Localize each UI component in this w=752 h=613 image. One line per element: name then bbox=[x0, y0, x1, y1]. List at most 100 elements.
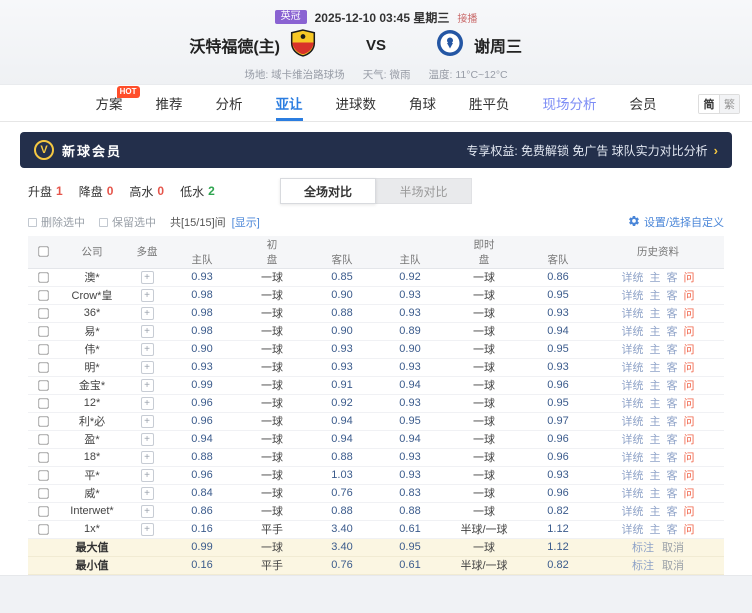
history-link[interactable]: 问 bbox=[684, 524, 695, 536]
league-badge[interactable]: 英冠 bbox=[275, 10, 307, 24]
row-checkbox[interactable] bbox=[38, 452, 48, 462]
expand-plus-button[interactable]: + bbox=[141, 343, 154, 356]
history-link[interactable]: 主 bbox=[650, 398, 661, 410]
company-name[interactable]: 金宝* bbox=[58, 376, 126, 394]
expand-plus-button[interactable]: + bbox=[141, 397, 154, 410]
company-name[interactable]: Interwet* bbox=[58, 502, 126, 520]
company-name[interactable]: 18* bbox=[58, 448, 126, 466]
history-link[interactable]: 详统 bbox=[622, 308, 644, 320]
filter-down[interactable]: 降盘 0 bbox=[79, 183, 114, 200]
history-link[interactable]: 详统 bbox=[622, 452, 644, 464]
row-checkbox[interactable] bbox=[38, 470, 48, 480]
history-link[interactable]: 主 bbox=[650, 290, 661, 302]
row-checkbox[interactable] bbox=[38, 506, 48, 516]
summary-action-link[interactable]: 标注 bbox=[632, 542, 654, 554]
history-link[interactable]: 详统 bbox=[622, 470, 644, 482]
company-name[interactable]: 伟* bbox=[58, 340, 126, 358]
tab-goals[interactable]: 进球数 bbox=[336, 85, 377, 121]
company-name[interactable]: 平* bbox=[58, 466, 126, 484]
history-link[interactable]: 问 bbox=[684, 488, 695, 500]
history-link[interactable]: 问 bbox=[684, 326, 695, 338]
expand-plus-button[interactable]: + bbox=[141, 523, 154, 536]
row-checkbox[interactable] bbox=[38, 344, 48, 354]
summary-action-link[interactable]: 标注 bbox=[632, 560, 654, 572]
row-checkbox[interactable] bbox=[38, 488, 48, 498]
history-link[interactable]: 主 bbox=[650, 416, 661, 428]
history-link[interactable]: 问 bbox=[684, 398, 695, 410]
tab-plan[interactable]: 方案 HOT bbox=[96, 85, 123, 121]
history-link[interactable]: 主 bbox=[650, 308, 661, 320]
expand-plus-button[interactable]: + bbox=[141, 271, 154, 284]
history-link[interactable]: 客 bbox=[667, 488, 678, 500]
history-link[interactable]: 客 bbox=[667, 290, 678, 302]
company-name[interactable]: Crow*皇 bbox=[58, 286, 126, 304]
tab-corners[interactable]: 角球 bbox=[409, 85, 436, 121]
history-link[interactable]: 详统 bbox=[622, 326, 644, 338]
history-link[interactable]: 客 bbox=[667, 326, 678, 338]
row-checkbox[interactable] bbox=[38, 290, 48, 300]
row-checkbox[interactable] bbox=[38, 524, 48, 534]
history-link[interactable]: 详统 bbox=[622, 380, 644, 392]
row-checkbox[interactable] bbox=[38, 326, 48, 336]
row-checkbox[interactable] bbox=[38, 272, 48, 282]
expand-plus-button[interactable]: + bbox=[141, 361, 154, 374]
expand-plus-button[interactable]: + bbox=[141, 469, 154, 482]
history-link[interactable]: 客 bbox=[667, 524, 678, 536]
tab-1x2[interactable]: 胜平负 bbox=[469, 85, 510, 121]
expand-plus-button[interactable]: + bbox=[141, 415, 154, 428]
lang-simplified-button[interactable]: 简 bbox=[699, 95, 719, 113]
company-name[interactable]: 36* bbox=[58, 304, 126, 322]
history-link[interactable]: 主 bbox=[650, 470, 661, 482]
history-link[interactable]: 详统 bbox=[622, 506, 644, 518]
history-link[interactable]: 主 bbox=[650, 380, 661, 392]
expand-plus-button[interactable]: + bbox=[141, 325, 154, 338]
full-match-compare-button[interactable]: 全场对比 bbox=[280, 178, 376, 204]
tab-live-analysis[interactable]: 现场分析 bbox=[543, 85, 597, 121]
expand-plus-button[interactable]: + bbox=[141, 487, 154, 500]
row-checkbox[interactable] bbox=[38, 380, 48, 390]
company-name[interactable]: 易* bbox=[58, 322, 126, 340]
row-checkbox[interactable] bbox=[38, 362, 48, 372]
history-link[interactable]: 主 bbox=[650, 272, 661, 284]
history-link[interactable]: 客 bbox=[667, 398, 678, 410]
history-link[interactable]: 客 bbox=[667, 416, 678, 428]
history-link[interactable]: 问 bbox=[684, 470, 695, 482]
tab-recommend[interactable]: 推荐 bbox=[156, 85, 183, 121]
history-link[interactable]: 问 bbox=[684, 290, 695, 302]
history-link[interactable]: 客 bbox=[667, 344, 678, 356]
history-link[interactable]: 主 bbox=[650, 452, 661, 464]
history-link[interactable]: 问 bbox=[684, 308, 695, 320]
filter-high-water[interactable]: 高水 0 bbox=[129, 183, 164, 200]
expand-plus-button[interactable]: + bbox=[141, 451, 154, 464]
history-link[interactable]: 问 bbox=[684, 362, 695, 374]
company-name[interactable]: 盈* bbox=[58, 430, 126, 448]
row-checkbox[interactable] bbox=[38, 398, 48, 408]
history-link[interactable]: 问 bbox=[684, 380, 695, 392]
company-name[interactable]: 威* bbox=[58, 484, 126, 502]
keep-selected-button[interactable]: 保留选中 bbox=[99, 214, 156, 230]
history-link[interactable]: 详统 bbox=[622, 524, 644, 536]
history-link[interactable]: 主 bbox=[650, 524, 661, 536]
member-banner[interactable]: V 新球会员 专享权益: 免费解锁 免广告 球队实力对比分析 › bbox=[20, 132, 732, 168]
lang-traditional-button[interactable]: 繁 bbox=[719, 95, 739, 113]
history-link[interactable]: 问 bbox=[684, 506, 695, 518]
broadcast-link[interactable]: 接播 bbox=[457, 10, 477, 25]
history-link[interactable]: 主 bbox=[650, 488, 661, 500]
company-name[interactable]: 利*必 bbox=[58, 412, 126, 430]
company-name[interactable]: 12* bbox=[58, 394, 126, 412]
history-link[interactable]: 客 bbox=[667, 470, 678, 482]
tab-analysis[interactable]: 分析 bbox=[216, 85, 243, 121]
summary-action-link[interactable]: 取消 bbox=[662, 542, 684, 554]
history-link[interactable]: 主 bbox=[650, 326, 661, 338]
member-benefits-link[interactable]: 专享权益: 免费解锁 免广告 球队实力对比分析 › bbox=[466, 142, 718, 159]
history-link[interactable]: 客 bbox=[667, 362, 678, 374]
half-match-compare-button[interactable]: 半场对比 bbox=[376, 178, 472, 204]
delete-selected-button[interactable]: 删除选中 bbox=[28, 214, 85, 230]
company-name[interactable]: 明* bbox=[58, 358, 126, 376]
company-name[interactable]: 1x* bbox=[58, 520, 126, 538]
filter-low-water[interactable]: 低水 2 bbox=[180, 183, 215, 200]
settings-button[interactable]: 设置/选择自定义 bbox=[628, 214, 724, 230]
history-link[interactable]: 客 bbox=[667, 434, 678, 446]
history-link[interactable]: 详统 bbox=[622, 362, 644, 374]
history-link[interactable]: 详统 bbox=[622, 290, 644, 302]
